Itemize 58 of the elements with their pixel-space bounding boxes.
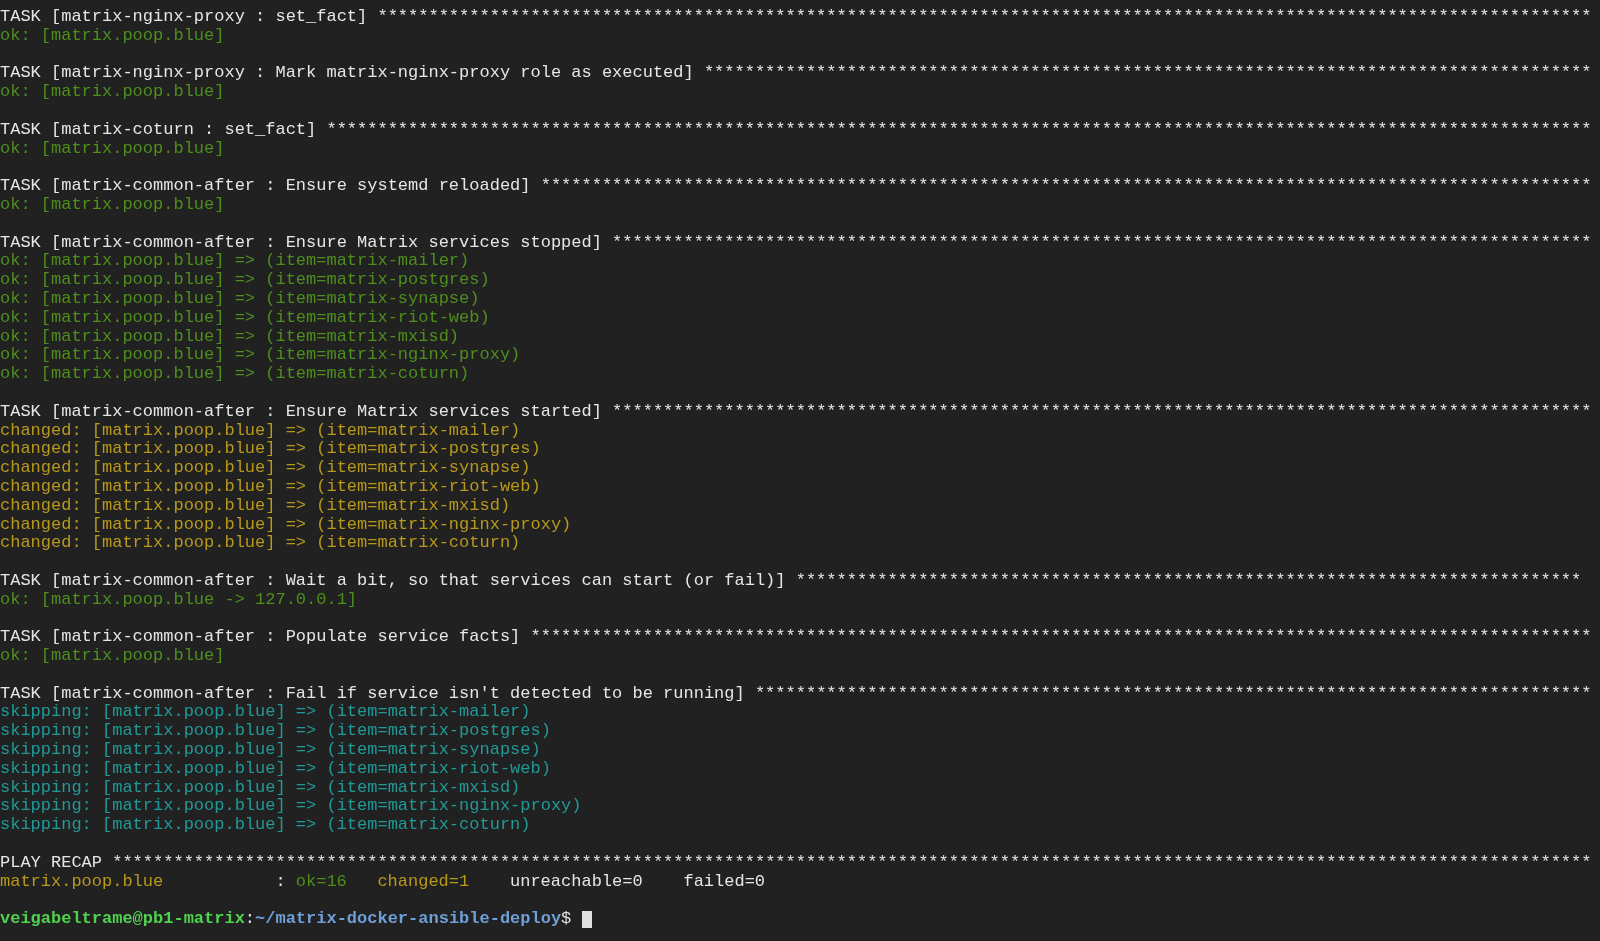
recap-stat: changed=1 — [377, 872, 470, 892]
task-header: TASK [matrix-common-after : Populate service facts] — [0, 628, 521, 648]
task-header: TASK [matrix-nginx-proxy : Mark matrix-nginx-proxy role as executed] — [0, 64, 694, 84]
prompt-separator: : — [244, 910, 256, 930]
log-line: skipping: [matrix.poop.blue] => (item=matrix-postgres) — [0, 722, 551, 742]
log-line: ok: [matrix.poop.blue] => (item=matrix-mailer) — [0, 252, 470, 272]
recap-stat: : — [275, 872, 286, 892]
log-line: changed: [matrix.poop.blue] => (item=matrix-synapse) — [0, 459, 531, 478]
log-line: ok: [matrix.poop.blue] => (item=matrix-nginx-proxy) — [0, 346, 521, 366]
log-line: changed: [matrix.poop.blue] => (item=matrix-mailer) — [0, 421, 521, 441]
prompt-path: ~/matrix-docker-ansible-deploy — [255, 910, 562, 930]
task-header: TASK [matrix-common-after : Ensure Matrix services started] — [0, 402, 602, 422]
cursor — [581, 911, 592, 929]
separator-line: ************************************************************************************************ — [612, 233, 1592, 253]
log-line: ok: [matrix.poop.blue] => (item=matrix-synapse) — [0, 289, 480, 309]
log-line: changed: [matrix.poop.blue] => (item=matrix-postgres) — [0, 440, 541, 460]
task-header: TASK [matrix-common-after : Fail if service isn't detected to be running] — [0, 684, 745, 704]
log-line: ok: [matrix.poop.blue -> 127.0.0.1] — [0, 590, 358, 610]
separator-line: ***************************************************************************** — [795, 571, 1582, 591]
task-header: TASK [matrix-common-after : Wait a bit, so that services can start (or fail)] — [0, 571, 786, 591]
task-header: TASK [matrix-nginx-proxy : set_fact] — [0, 8, 368, 27]
separator-line: ******************************************************************************************************* — [540, 177, 1592, 196]
log-line: skipping: [matrix.poop.blue] => (item=matrix-mxisd) — [0, 778, 521, 798]
recap-stat: unreachable=0 — [510, 872, 643, 892]
log-line: ok: [matrix.poop.blue] — [0, 26, 225, 46]
log-line: skipping: [matrix.poop.blue] => (item=matrix-mailer) — [0, 703, 531, 723]
recap-stat: ok=16 — [295, 872, 347, 892]
separator-line: ******************************************************************************************************** — [530, 628, 1592, 648]
host-name: matrix.poop.blue — [0, 872, 165, 892]
log-line: ok: [matrix.poop.blue] — [0, 139, 225, 159]
log-line: ok: [matrix.poop.blue] => (item=matrix-coturn) — [0, 365, 470, 384]
log-line: skipping: [matrix.poop.blue] => (item=matrix-coturn) — [0, 816, 531, 836]
recap-stat: failed=0 — [683, 872, 766, 892]
task-header: TASK [matrix-common-after : Ensure Matrix services stopped] — [0, 233, 602, 253]
log-line: changed: [matrix.poop.blue] => (item=matrix-riot-web) — [0, 477, 541, 497]
log-line: ok: [matrix.poop.blue] — [0, 83, 225, 102]
task-header: TASK [matrix-common-after : Ensure systemd reloaded] — [0, 177, 531, 196]
log-line: changed: [matrix.poop.blue] => (item=matrix-mxisd) — [0, 496, 511, 516]
prompt-symbol: $ — [561, 910, 572, 930]
log-line: ok: [matrix.poop.blue] => (item=matrix-mxisd) — [0, 327, 460, 347]
log-line: ok: [matrix.poop.blue] — [0, 195, 225, 215]
separator-line: *********************************************************************************************************************** — [377, 8, 1592, 27]
task-header: PLAY RECAP — [0, 853, 103, 873]
log-line: skipping: [matrix.poop.blue] => (item=matrix-riot-web) — [0, 759, 551, 779]
separator-line: ********************************************************************************** — [754, 684, 1592, 704]
prompt-user-host: veigabeltrame@pb1-matrix — [0, 910, 245, 930]
separator-line: ************************************************************************************************************************************************* — [112, 853, 1592, 873]
separator-line: ************************************************************************************************ — [612, 402, 1592, 422]
log-line: skipping: [matrix.poop.blue] => (item=matrix-nginx-proxy) — [0, 797, 582, 817]
separator-line: *************************************************************************************** — [703, 64, 1592, 84]
log-line: changed: [matrix.poop.blue] => (item=matrix-nginx-proxy) — [0, 515, 572, 535]
log-line: changed: [matrix.poop.blue] => (item=matrix-coturn) — [0, 534, 521, 554]
separator-line: **************************************************************************************************************************** — [326, 120, 1592, 140]
log-line: ok: [matrix.poop.blue] — [0, 647, 225, 666]
task-header: TASK [matrix-coturn : set_fact] — [0, 120, 317, 140]
log-line: skipping: [matrix.poop.blue] => (item=matrix-synapse) — [0, 741, 541, 760]
log-line: ok: [matrix.poop.blue] => (item=matrix-postgres) — [0, 271, 490, 290]
log-line: ok: [matrix.poop.blue] => (item=matrix-riot-web) — [0, 308, 490, 328]
